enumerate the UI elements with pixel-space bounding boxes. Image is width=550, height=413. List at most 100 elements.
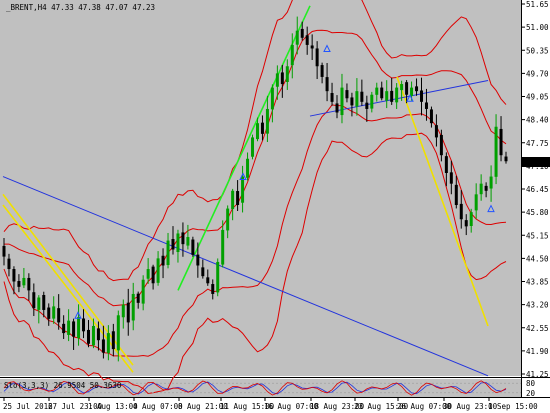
candle-body: [156, 258, 160, 283]
candle-body: [444, 156, 448, 173]
candle-body: [350, 97, 354, 106]
candle-body: [246, 158, 250, 178]
time-tick-label: 4 Aug 07:00: [133, 402, 183, 411]
candle-body: [494, 126, 498, 177]
candle-body: [226, 208, 230, 231]
candle-body: [251, 137, 255, 157]
candle-body: [315, 48, 319, 67]
time-tick-label: 1 Sep 15:00: [488, 402, 538, 411]
candle-body: [415, 86, 419, 92]
candle-body: [260, 122, 264, 134]
price-tick-label: 45.80: [526, 208, 549, 217]
price-tick-label: 43.20: [526, 301, 549, 310]
candle-body: [479, 183, 483, 195]
candle-body: [454, 184, 458, 206]
candle-body: [400, 84, 404, 91]
candle-body: [211, 284, 215, 294]
candle-body: [489, 176, 493, 189]
candle-body: [136, 293, 140, 303]
candle-body: [380, 87, 384, 99]
candle-body: [385, 91, 389, 101]
candle-body: [186, 237, 190, 246]
candle-body: [340, 87, 344, 116]
chart-window[interactable]: 80 20 51.65 51.00 50.35 49.70 49.05 48.40 47.75…: [0, 0, 550, 413]
current-price-label: 47.23: [524, 158, 547, 167]
candle-body: [161, 255, 165, 266]
price-tick-label: 41.90: [526, 347, 549, 356]
candle-body: [166, 240, 170, 266]
candle-body: [216, 261, 220, 293]
candle-body: [459, 203, 463, 220]
time-tick-label: 25 Jul 2016: [3, 402, 53, 411]
candle-body: [464, 220, 468, 227]
price-tick-label: 46.45: [526, 185, 549, 194]
candle-body: [32, 292, 36, 309]
candle-body: [151, 266, 155, 284]
candle-body: [121, 304, 125, 318]
time-tick-label: 1 Aug 13:00: [88, 402, 138, 411]
candle-body: [395, 87, 399, 103]
candle-body: [42, 295, 46, 310]
candle-body: [390, 90, 394, 102]
price-tick-label: 45.15: [526, 231, 549, 240]
candle-body: [67, 320, 71, 335]
price-tick-label: 47.75: [526, 139, 549, 148]
candle-body: [429, 109, 433, 124]
candle-body: [449, 172, 453, 184]
stochastic-label: Sto(3,3,3) 26.9504 50.3630: [4, 381, 122, 390]
candle-body: [255, 123, 259, 140]
price-tick-label: 51.65: [526, 0, 549, 9]
candle-body: [236, 191, 240, 206]
candle-body: [27, 277, 31, 291]
candle-body: [265, 108, 269, 134]
candle-body: [47, 307, 51, 319]
price-axis: 51.6551.0050.3549.7049.0548.4047.7547.10…: [521, 0, 549, 379]
candle-body: [62, 323, 66, 334]
candle-body: [7, 258, 11, 270]
candle-body: [116, 315, 120, 351]
price-tick-label: 49.70: [526, 69, 549, 78]
candle-body: [176, 233, 180, 253]
candle-body: [420, 90, 424, 102]
chart-canvas[interactable]: 8020 51.65 51.00 50.35 49.70 49.05 48.40 47.75…: [0, 0, 550, 413]
candle-body: [241, 176, 245, 203]
candle-body: [360, 91, 364, 102]
candle-body: [310, 45, 314, 49]
candle-body: [484, 185, 488, 191]
candle-body: [2, 245, 6, 257]
candle-body: [101, 339, 105, 353]
chart-title: _BRENT,H4 47.33 47.38 47.07 47.23: [6, 3, 155, 12]
candle-body: [325, 77, 329, 92]
candle-body: [295, 30, 299, 45]
candle-body: [335, 103, 339, 113]
price-tick-label: 44.50: [526, 254, 549, 263]
candle-body: [275, 73, 279, 87]
candle-body: [126, 302, 130, 323]
price-tick-label: 51.00: [526, 23, 549, 32]
candle-body: [434, 125, 438, 138]
candle-body: [365, 102, 369, 109]
price-tick-label: 42.55: [526, 324, 549, 333]
candle-body: [181, 232, 185, 245]
candle-body: [300, 28, 304, 38]
candle-body: [86, 329, 90, 344]
price-tick-label: 41.25: [526, 370, 549, 379]
candle-body: [499, 128, 503, 156]
candle-body: [57, 308, 61, 323]
candle-body: [37, 297, 41, 310]
candle-body: [370, 94, 374, 109]
candle-body: [206, 277, 210, 284]
candle-body: [17, 281, 21, 287]
price-tick-label: 50.35: [526, 46, 549, 55]
candle-body: [131, 293, 135, 321]
candle-body: [355, 91, 359, 107]
candle-body: [52, 306, 56, 319]
candle-body: [146, 269, 150, 279]
candle-body: [405, 82, 409, 95]
candle-body: [305, 35, 309, 45]
candle-body: [106, 333, 110, 353]
candle-body: [12, 269, 16, 282]
candle-body: [141, 279, 145, 304]
candle-body: [77, 317, 81, 339]
candle-body: [82, 318, 86, 332]
